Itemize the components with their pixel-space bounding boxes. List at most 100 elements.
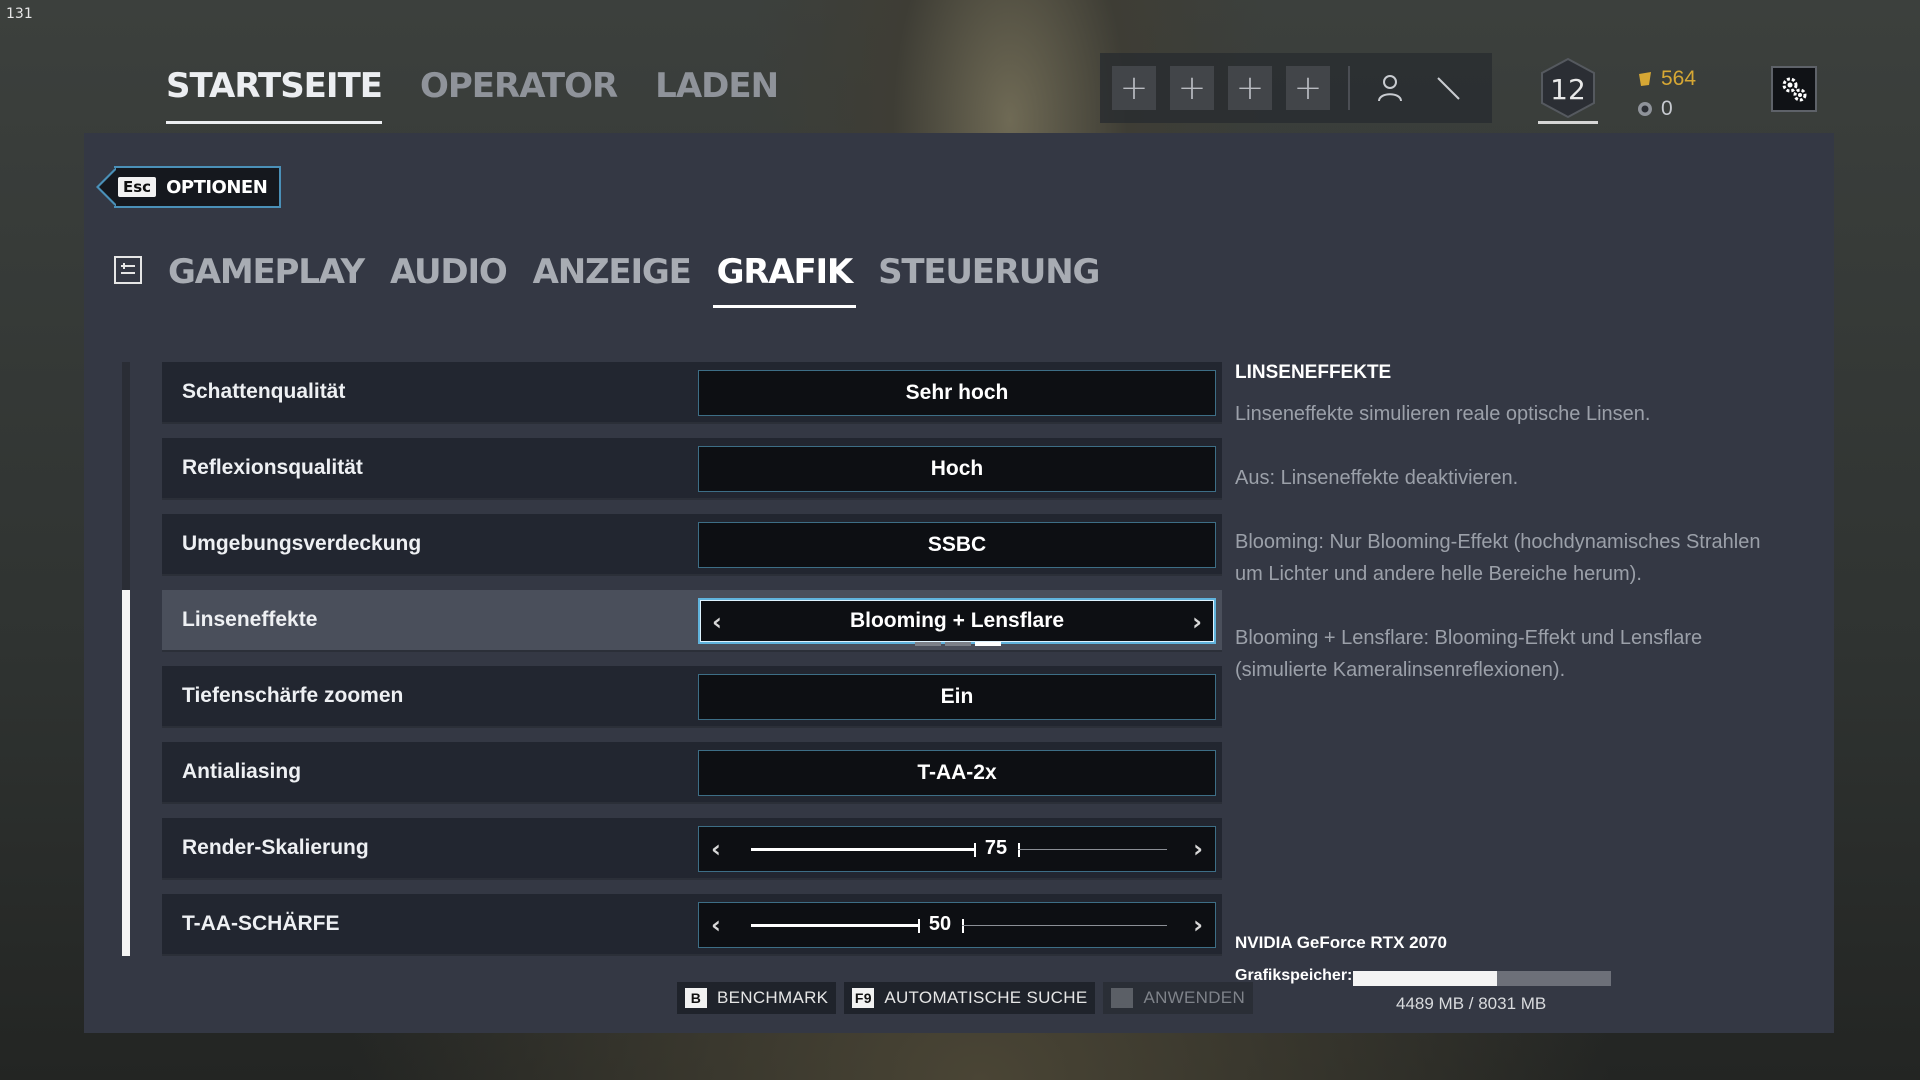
chevron-right-icon[interactable]: ›: [1193, 913, 1203, 937]
credits-amount: 0: [1661, 97, 1673, 120]
description-paragraph: Blooming + Lensflare: Blooming-Effekt un…: [1235, 627, 1703, 681]
setting-row-schattenqualitaet[interactable]: Schattenqualität Sehr hoch: [162, 362, 1222, 424]
chevron-right-icon[interactable]: ›: [1192, 610, 1202, 634]
chevron-left-icon[interactable]: ‹: [711, 837, 721, 861]
setting-slider[interactable]: ‹ 50 ›: [698, 902, 1216, 948]
squad-slot-4[interactable]: +: [1286, 66, 1330, 110]
tab-grafik[interactable]: GRAFIK: [712, 252, 857, 308]
settings-list: Schattenqualität Sehr hoch Reflexionsqua…: [162, 362, 1222, 970]
tab-audio[interactable]: AUDIO: [388, 252, 509, 308]
nav-operator[interactable]: OPERATOR: [420, 66, 618, 124]
setting-row-taa-schaerfe[interactable]: T-AA-SCHÄRFE ‹ 50 ›: [162, 894, 1222, 956]
setting-row-linseneffekte[interactable]: Linseneffekte ‹ Blooming + Lensflare ›: [162, 590, 1222, 652]
knife-icon[interactable]: [1426, 66, 1470, 110]
back-label: OPTIONEN: [166, 176, 268, 198]
setting-slider[interactable]: ‹ 75 ›: [698, 826, 1216, 872]
slider-track[interactable]: 75: [751, 837, 1167, 859]
setting-selector[interactable]: Ein: [698, 674, 1216, 720]
benchmark-label: BENCHMARK: [717, 988, 829, 1007]
nav-startseite[interactable]: STARTSEITE: [166, 66, 383, 124]
action-buttons: B BENCHMARK F9 AUTOMATISCHE SUCHE _ ANWENDE…: [677, 982, 1254, 1014]
setting-row-umgebungsverdeckung[interactable]: Umgebungsverdeckung SSBC: [162, 514, 1222, 576]
slider-value: 75: [984, 837, 1008, 859]
chevron-right-icon[interactable]: ›: [1193, 837, 1203, 861]
description-paragraph: Linseneffekte simulieren reale optische …: [1235, 403, 1651, 425]
renown-amount: 564: [1661, 67, 1697, 90]
auto-detect-label: AUTOMATISCHE SUCHE: [884, 988, 1088, 1007]
settings-button[interactable]: [1771, 66, 1817, 112]
option-dot: [975, 642, 1001, 646]
squad-bar: + + + +: [1100, 53, 1492, 123]
slider-tick: [962, 919, 964, 933]
vram-usage: 4489 MB / 8031 MB: [1396, 994, 1547, 1013]
setting-selector[interactable]: Hoch: [698, 446, 1216, 492]
chevron-left-icon[interactable]: ‹: [712, 610, 722, 634]
gear-icon: [1782, 77, 1807, 102]
key-hint-apply: _: [1111, 988, 1134, 1008]
squad-slot-1[interactable]: +: [1112, 66, 1156, 110]
top-navigation: STARTSEITE OPERATOR LADEN: [166, 66, 779, 124]
options-tabs: GAMEPLAY AUDIO ANZEIGE GRAFIK STEUERUNG: [114, 252, 1123, 308]
setting-selector[interactable]: Sehr hoch: [698, 370, 1216, 416]
user-icon[interactable]: [1368, 66, 1412, 110]
setting-value: Hoch: [930, 457, 984, 480]
setting-row-reflexionsqualitaet[interactable]: Reflexionsqualität Hoch: [162, 438, 1222, 500]
setting-selector[interactable]: T-AA-2x: [698, 750, 1216, 796]
setting-label: Schattenqualität: [182, 380, 346, 403]
setting-label: T-AA-SCHÄRFE: [182, 912, 340, 935]
chevron-left-icon[interactable]: ‹: [711, 913, 721, 937]
slider-fill: [751, 924, 918, 927]
benchmark-button[interactable]: B BENCHMARK: [677, 982, 837, 1014]
setting-value: Ein: [940, 685, 974, 708]
squad-slot-2[interactable]: +: [1170, 66, 1214, 110]
description-paragraph: Blooming: Nur Blooming-Effekt (hochdynam…: [1235, 531, 1761, 585]
setting-row-antialiasing[interactable]: Antialiasing T-AA-2x: [162, 742, 1222, 804]
option-dot: [915, 642, 941, 646]
setting-row-tiefenschaerfe[interactable]: Tiefenschärfe zoomen Ein: [162, 666, 1222, 728]
setting-selector[interactable]: SSBC: [698, 522, 1216, 568]
slider-tick: [1018, 843, 1020, 857]
fps-counter: 131: [6, 6, 33, 22]
player-level: 12: [1550, 72, 1586, 106]
tab-gameplay[interactable]: GAMEPLAY: [166, 252, 366, 308]
vram-label: Grafikspeicher:: [1235, 967, 1353, 984]
setting-value: Sehr hoch: [905, 381, 1009, 404]
tab-prev-icon[interactable]: [114, 256, 142, 284]
squad-divider: [1348, 66, 1350, 110]
option-position-indicator: [915, 642, 1001, 646]
auto-detect-button[interactable]: F9 AUTOMATISCHE SUCHE: [844, 982, 1096, 1014]
setting-label: Render-Skalierung: [182, 836, 369, 859]
key-hint-f9: F9: [852, 988, 875, 1008]
tab-anzeige[interactable]: ANZEIGE: [531, 252, 693, 308]
credits-icon: [1638, 102, 1652, 116]
tab-steuerung[interactable]: STEUERUNG: [876, 252, 1101, 308]
gpu-name: NVIDIA GeForce RTX 2070: [1235, 933, 1447, 952]
setting-row-render-skalierung[interactable]: Render-Skalierung ‹ 75 ›: [162, 818, 1222, 880]
squad-slot-3[interactable]: +: [1228, 66, 1272, 110]
description-paragraph: Aus: Linseneffekte deaktivieren.: [1235, 467, 1519, 489]
setting-label: Umgebungsverdeckung: [182, 532, 422, 555]
vram-bar-fill: [1353, 971, 1497, 986]
nav-laden[interactable]: LADEN: [655, 66, 779, 124]
setting-value: SSBC: [927, 533, 987, 556]
currency-display: 564 0: [1637, 64, 1696, 124]
slider-value: 50: [928, 913, 952, 935]
back-button[interactable]: Esc OPTIONEN: [96, 166, 282, 208]
esc-key-hint: Esc: [118, 177, 157, 197]
apply-button[interactable]: _ ANWENDEN: [1103, 982, 1254, 1014]
option-dot: [945, 642, 971, 646]
setting-value: Blooming + Lensflare: [849, 609, 1065, 632]
player-level-badge[interactable]: 12: [1538, 57, 1598, 124]
renown-icon: [1639, 72, 1651, 86]
setting-selector[interactable]: ‹ Blooming + Lensflare ›: [698, 598, 1216, 646]
key-hint-b: B: [685, 988, 707, 1008]
apply-label: ANWENDEN: [1143, 988, 1246, 1007]
setting-value: T-AA-2x: [917, 761, 997, 784]
setting-label: Reflexionsqualität: [182, 456, 363, 479]
slider-remaining: [962, 925, 1167, 926]
scrollbar-thumb[interactable]: [122, 590, 130, 956]
slider-track[interactable]: 50: [751, 913, 1167, 935]
slider-remaining: [1018, 849, 1167, 850]
setting-label: Linseneffekte: [182, 608, 318, 631]
description-title: LINSENEFFEKTE: [1235, 362, 1392, 383]
